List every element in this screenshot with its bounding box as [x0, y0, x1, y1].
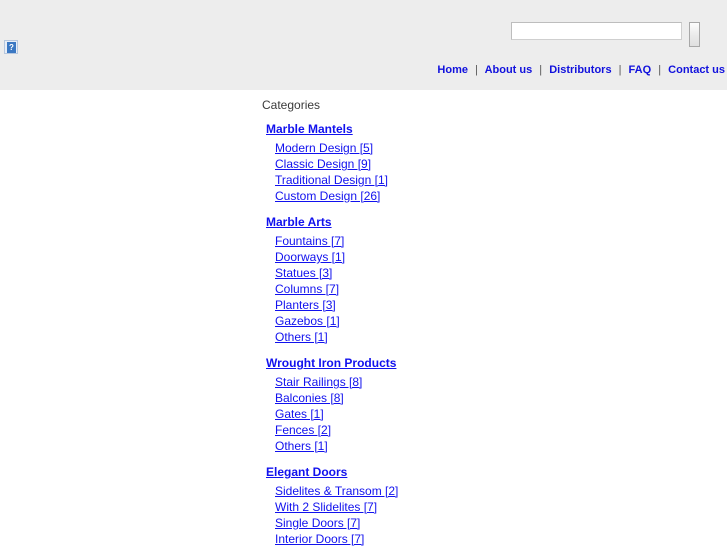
subcategory-link[interactable]: Fountains [7] — [275, 234, 344, 248]
subcategory-link[interactable]: Interior Doors [7] — [275, 532, 364, 546]
list-item: Balconies [8] — [275, 390, 562, 406]
category-heading: Wrought Iron Products — [266, 355, 562, 371]
list-item: Planters [3] — [275, 297, 562, 313]
category-link-marble-arts[interactable]: Marble Arts — [266, 215, 332, 229]
broken-image-icon[interactable]: ? — [4, 40, 18, 54]
subcategory-link[interactable]: With 2 Slidelites [7] — [275, 500, 377, 514]
nav-separator: | — [658, 64, 662, 76]
list-item: Fountains [7] — [275, 233, 562, 249]
subcategory-list: Fountains [7] Doorways [1] Statues [3] C… — [262, 233, 562, 345]
categories-panel: Categories Marble Mantels Modern Design … — [262, 98, 562, 557]
subcategory-link[interactable]: Others [1] — [275, 330, 328, 344]
list-item: Sidelites & Transom [2] — [275, 483, 562, 499]
list-item: Others [1] — [275, 438, 562, 454]
subcategory-list: Sidelites & Transom [2] With 2 Slidelite… — [262, 483, 562, 547]
subcategory-link[interactable]: Balconies [8] — [275, 391, 344, 405]
subcategory-link[interactable]: Single Doors [7] — [275, 516, 360, 530]
subcategory-link[interactable]: Stair Railings [8] — [275, 375, 362, 389]
subcategory-link[interactable]: Others [1] — [275, 439, 328, 453]
top-navigation: Home | About us | Distributors | FAQ | C… — [437, 64, 725, 76]
list-item: Doorways [1] — [275, 249, 562, 265]
category-heading: Marble Mantels — [266, 121, 562, 137]
list-item: Gates [1] — [275, 406, 562, 422]
list-item: Single Doors [7] — [275, 515, 562, 531]
list-item: With 2 Slidelites [7] — [275, 499, 562, 515]
list-item: Traditional Design [1] — [275, 172, 562, 188]
nav-item-distributors[interactable]: Distributors — [549, 64, 611, 76]
category-group: Wrought Iron Products Stair Railings [8]… — [262, 355, 562, 454]
list-item: Classic Design [9] — [275, 156, 562, 172]
category-group: Marble Arts Fountains [7] Doorways [1] S… — [262, 214, 562, 345]
category-group: Elegant Doors Sidelites & Transom [2] Wi… — [262, 464, 562, 547]
list-item: Others [1] — [275, 329, 562, 345]
subcategory-link[interactable]: Planters [3] — [275, 298, 336, 312]
nav-separator: | — [539, 64, 543, 76]
broken-image-glyph: ? — [7, 42, 16, 53]
subcategory-link[interactable]: Modern Design [5] — [275, 141, 373, 155]
subcategory-link[interactable]: Custom Design [26] — [275, 189, 380, 203]
list-item: Custom Design [26] — [275, 188, 562, 204]
list-item: Statues [3] — [275, 265, 562, 281]
subcategory-link[interactable]: Fences [2] — [275, 423, 331, 437]
subcategory-link[interactable]: Columns [7] — [275, 282, 339, 296]
search-form — [511, 22, 701, 48]
nav-separator: | — [618, 64, 622, 76]
subcategory-link[interactable]: Sidelites & Transom [2] — [275, 484, 398, 498]
nav-item-about-us[interactable]: About us — [485, 64, 533, 76]
subcategory-link[interactable]: Doorways [1] — [275, 250, 345, 264]
list-item: Gazebos [1] — [275, 313, 562, 329]
subcategory-link[interactable]: Gazebos [1] — [275, 314, 340, 328]
nav-separator: | — [475, 64, 478, 76]
list-item: Stair Railings [8] — [275, 374, 562, 390]
subcategory-link[interactable]: Classic Design [9] — [275, 157, 371, 171]
search-submit-button[interactable] — [689, 22, 701, 47]
subcategory-list: Stair Railings [8] Balconies [8] Gates [… — [262, 374, 562, 454]
category-link-elegant-doors[interactable]: Elegant Doors — [266, 465, 347, 479]
list-item: Columns [7] — [275, 281, 562, 297]
page-title: Categories — [262, 98, 321, 112]
nav-item-home[interactable]: Home — [437, 64, 468, 76]
category-group: Marble Mantels Modern Design [5] Classic… — [262, 121, 562, 204]
nav-item-contact-us[interactable]: Contact us — [668, 64, 725, 76]
list-item: Fences [2] — [275, 422, 562, 438]
category-heading: Elegant Doors — [266, 464, 562, 480]
subcategory-link[interactable]: Statues [3] — [275, 266, 332, 280]
site-header: ? Home | About us | Distributors | FAQ |… — [0, 0, 727, 90]
search-input[interactable] — [511, 22, 682, 40]
subcategory-link[interactable]: Traditional Design [1] — [275, 173, 388, 187]
subcategory-list: Modern Design [5] Classic Design [9] Tra… — [262, 140, 562, 204]
list-item: Modern Design [5] — [275, 140, 562, 156]
category-link-wrought-iron-products[interactable]: Wrought Iron Products — [266, 356, 396, 370]
nav-item-faq[interactable]: FAQ — [629, 64, 652, 76]
category-heading: Marble Arts — [266, 214, 562, 230]
category-link-marble-mantels[interactable]: Marble Mantels — [266, 122, 353, 136]
subcategory-link[interactable]: Gates [1] — [275, 407, 324, 421]
